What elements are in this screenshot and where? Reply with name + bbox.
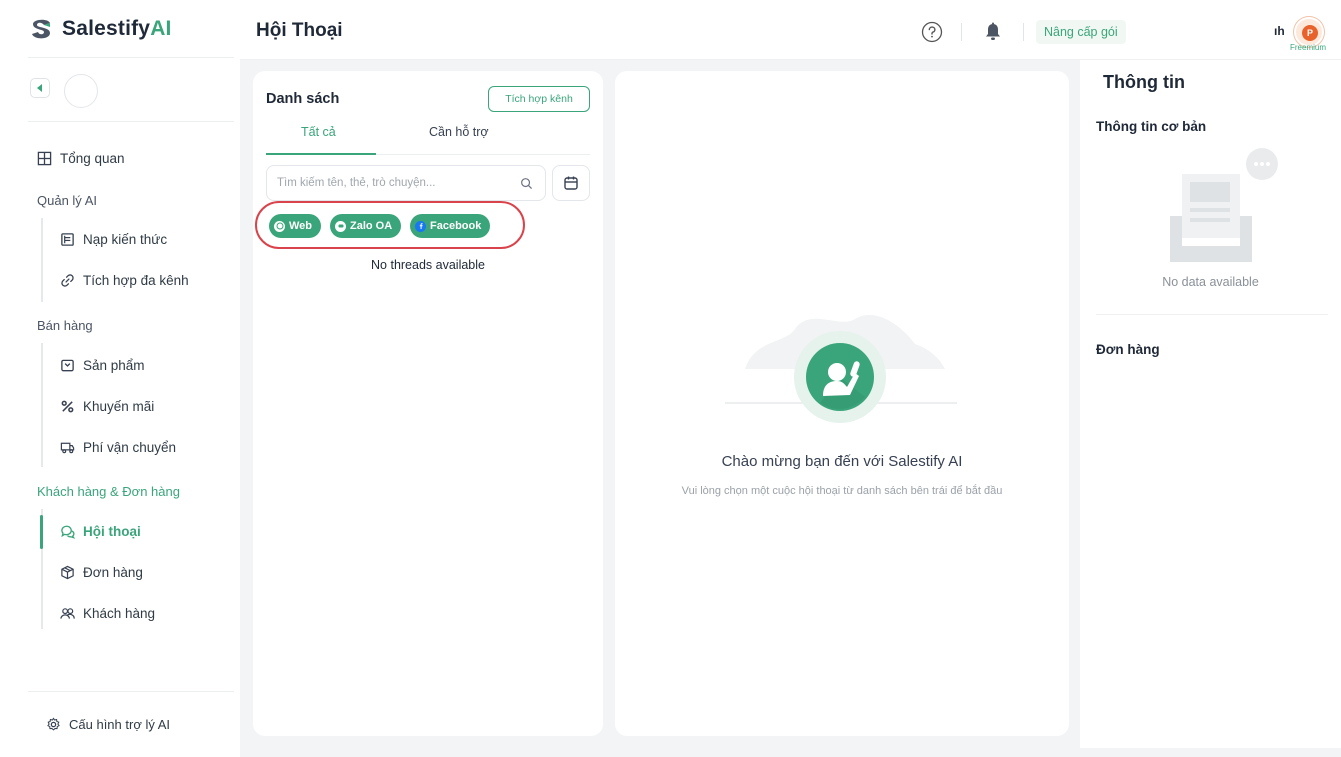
active-indicator — [40, 515, 43, 549]
avatar-initial: P — [1302, 25, 1318, 41]
sidebar-item-knowledge[interactable]: Nạp kiến thức — [60, 232, 167, 247]
header-separator — [1023, 23, 1024, 41]
section-ai-management: Quản lý AI — [37, 193, 97, 208]
channel-chip-zalo[interactable]: Zalo OA — [330, 214, 402, 238]
tab-needs-support[interactable]: Cần hỗ trợ — [429, 125, 489, 139]
sidebar-item-label: Tổng quan — [60, 151, 125, 166]
basic-info-title: Thông tin cơ bản — [1096, 119, 1207, 134]
globe-icon — [274, 220, 285, 232]
divider — [28, 691, 234, 692]
user-name[interactable]: ıh — [1274, 24, 1285, 38]
list-title: Danh sách — [266, 91, 340, 107]
box-outline-icon — [61, 359, 74, 372]
sidebar-item-label: Sản phẩm — [83, 358, 145, 373]
sidebar-item-label: Khuyến mãi — [83, 399, 155, 414]
gear-icon — [47, 717, 60, 731]
conversation-list-panel: Danh sách Tích hợp kênh Tất cả Cần hỗ tr… — [253, 71, 603, 736]
empty-inbox-illustration — [1170, 148, 1278, 262]
header-separator — [961, 23, 962, 41]
divider — [28, 57, 234, 58]
page-title: Hội Thoại — [256, 20, 343, 41]
brand-name: Salestify — [62, 17, 151, 40]
brand[interactable]: SalestifyAI — [28, 16, 172, 42]
calendar-icon — [564, 176, 578, 190]
active-tab-underline — [266, 153, 376, 155]
chip-label: Facebook — [430, 220, 482, 232]
sidebar-item-label: Hội thoại — [83, 524, 141, 539]
bell-icon[interactable] — [984, 22, 1002, 42]
tab-all[interactable]: Tất cả — [301, 125, 336, 139]
package-icon — [61, 565, 74, 580]
search-icon — [521, 178, 533, 190]
collapse-sidebar-button[interactable] — [30, 78, 50, 98]
chat-panel: Chào mừng bạn đến với Salestify AI Vui l… — [615, 71, 1069, 736]
settings-label: Cấu hình trợ lý AI — [69, 717, 171, 732]
sidebar-item-promotions[interactable]: Khuyến mãi — [60, 399, 154, 414]
top-header: Hội Thoại Nâng cấp gói ıh P Freemium — [240, 0, 1341, 60]
chevron-left-icon — [37, 84, 42, 92]
divider — [1096, 314, 1328, 315]
info-title: Thông tin — [1103, 72, 1185, 92]
question-circle-icon[interactable] — [921, 21, 943, 43]
chip-label: Zalo OA — [350, 220, 393, 232]
no-data-text: No data available — [1162, 275, 1259, 289]
section-sales: Bán hàng — [37, 318, 93, 333]
nav-tree-line — [41, 218, 43, 302]
sidebar-item-omnichannel[interactable]: Tích hợp đa kênh — [60, 273, 189, 288]
sidebar-item-label: Đơn hàng — [83, 565, 143, 580]
chat-bubbles-icon — [61, 525, 75, 539]
channel-chip-facebook[interactable]: Facebook — [410, 214, 491, 238]
sidebar-item-label: Khách hàng — [83, 606, 156, 621]
welcome-subtitle: Vui lòng chọn một cuộc hội thoại từ danh… — [681, 485, 1003, 497]
sidebar-item-shipping[interactable]: Phí vận chuyển — [60, 440, 176, 455]
zalo-icon — [335, 220, 346, 232]
sidebar-item-orders[interactable]: Đơn hàng — [60, 565, 143, 580]
sidebar: SalestifyAI Tổng quan Quản lý AI Nạp kiế… — [0, 0, 240, 757]
date-filter-button[interactable] — [552, 165, 590, 201]
search-placeholder: Tìm kiếm tên, thẻ, trò chuyện... — [277, 177, 436, 189]
facebook-icon — [415, 220, 426, 232]
list-tabs: Tất cả Cần hỗ trợ — [266, 125, 590, 155]
info-panel: Thông tin Thông tin cơ bản No data avail… — [1080, 60, 1341, 748]
section-customers-orders: Khách hàng & Đơn hàng — [37, 484, 180, 499]
brand-suffix: AI — [150, 17, 172, 40]
empty-state-text: No threads available — [371, 258, 485, 272]
users-icon — [60, 608, 75, 619]
sidebar-item-conversations[interactable]: Hội thoại — [60, 524, 141, 539]
sidebar-item-label: Nạp kiến thức — [83, 232, 168, 247]
nav-tree-line — [41, 343, 43, 467]
truck-icon — [60, 442, 75, 454]
channel-chip-web[interactable]: Web — [269, 214, 322, 238]
welcome-title: Chào mừng bạn đến với Salestify AI — [721, 453, 963, 470]
ai-assistant-settings-link[interactable]: Cấu hình trợ lý AI — [46, 717, 170, 732]
percent-icon — [61, 400, 74, 413]
integrate-channel-button[interactable]: Tích hợp kênh — [488, 86, 590, 112]
chip-label: Web — [289, 220, 313, 232]
user-avatar-placeholder[interactable] — [64, 74, 98, 108]
salestify-logo-icon — [32, 19, 50, 39]
sidebar-item-customers[interactable]: Khách hàng — [60, 606, 155, 621]
sidebar-item-label: Phí vận chuyển — [83, 440, 177, 455]
search-input[interactable]: Tìm kiếm tên, thẻ, trò chuyện... — [266, 165, 546, 201]
upgrade-plan-button[interactable]: Nâng cấp gói — [1036, 20, 1126, 44]
divider — [28, 121, 234, 122]
orders-section-title: Đơn hàng — [1096, 342, 1160, 357]
grid-icon — [37, 151, 52, 166]
sidebar-item-products[interactable]: Sản phẩm — [60, 358, 145, 373]
document-icon — [61, 233, 74, 246]
plan-badge: Freemium — [1290, 43, 1327, 52]
welcome-illustration — [725, 315, 957, 423]
link-icon — [61, 274, 74, 287]
sidebar-item-overview[interactable]: Tổng quan — [37, 151, 125, 166]
sidebar-item-label: Tích hợp đa kênh — [83, 273, 189, 288]
